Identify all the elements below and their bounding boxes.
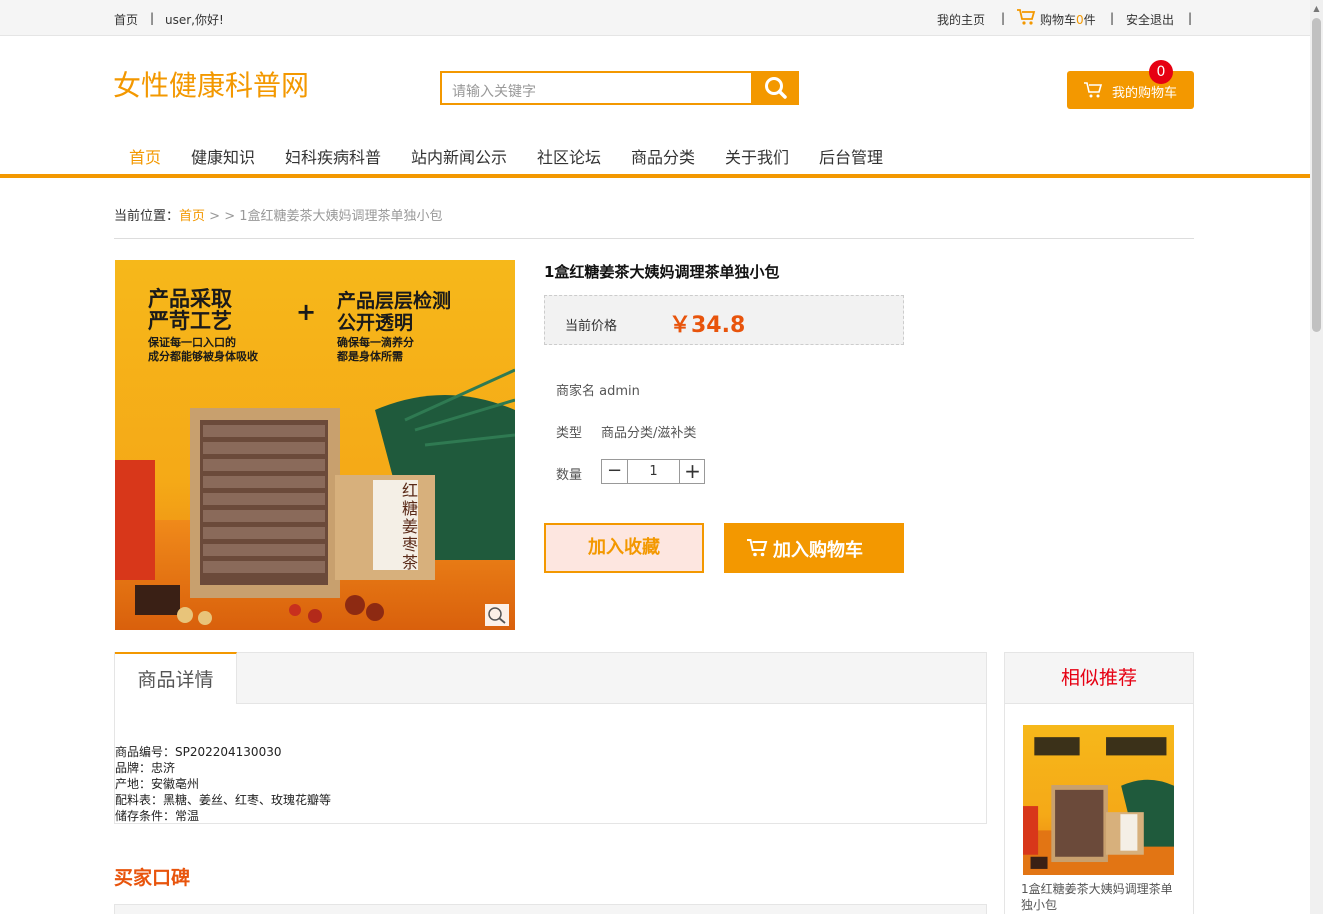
recommend-panel: 相似推荐 1盒红糖姜茶大姨妈调理茶单独小包	[1004, 652, 1194, 914]
reviews-panel	[114, 904, 987, 914]
nav-item-about[interactable]: 关于我们	[725, 144, 789, 168]
details-text: 商品编号：SP202204130030 品牌：忠济 产地：安徽亳州 配料表：黑糖…	[115, 744, 331, 824]
zoom-icon[interactable]	[485, 604, 509, 626]
quantity-increase-button[interactable]: +	[679, 460, 705, 483]
reviews-title: 买家口碑	[114, 867, 191, 889]
add-to-favorites-button[interactable]: 加入收藏	[544, 523, 704, 573]
top-bar: 首页 | user,你好! 我的主页 | 购物车0件 | 安全退出 |	[0, 0, 1310, 36]
top-separator: |	[1001, 11, 1006, 25]
breadcrumb-current: 1盒红糖姜茶大姨妈调理茶单独小包	[239, 209, 443, 224]
quantity-label: 数量	[556, 468, 583, 483]
cart-icon	[1084, 82, 1103, 98]
user-greeting: user,你好!	[165, 13, 224, 27]
top-cart-count: 0	[1076, 13, 1084, 27]
image-headline-right: 产品层层检测 公开透明	[337, 290, 452, 334]
merchant-name: 商家名 admin	[556, 384, 640, 399]
details-panel: 商品详情 商品编号：SP202204130030 品牌：忠济 产地：安徽亳州 配…	[114, 652, 987, 824]
product-image[interactable]: 产品采取 严苛工艺 + 产品层层检测 公开透明 保证每一口入口的 成分都能够被身体吸收…	[115, 260, 515, 630]
top-home-link[interactable]: 首页	[114, 11, 138, 28]
image-headline-left: 产品采取 严苛工艺	[148, 287, 232, 333]
quantity-input[interactable]: 1	[628, 460, 679, 483]
nav-item-news[interactable]: 站内新闻公示	[411, 144, 507, 168]
product-title: 1盒红糖姜茶大姨妈调理茶单独小包	[544, 263, 780, 281]
recommend-item-image[interactable]	[1023, 725, 1174, 875]
scrollbar-thumb[interactable]	[1312, 18, 1321, 332]
search-button[interactable]	[753, 71, 799, 105]
type-value: 商品分类/滋补类	[601, 426, 697, 441]
price-value: ￥34.8	[669, 313, 746, 338]
detail-line: 储存条件：常温	[115, 809, 200, 823]
image-sub-left: 保证每一口入口的 成分都能够被身体吸收	[148, 336, 258, 363]
top-separator: |	[1188, 11, 1193, 25]
main-nav: 首页 健康知识 妇科疾病科普 站内新闻公示 社区论坛 商品分类 关于我们 后台管…	[0, 133, 1310, 178]
nav-item-home[interactable]: 首页	[129, 144, 161, 168]
cart-icon	[747, 539, 768, 557]
top-cart-link[interactable]: 购物车0件	[1040, 11, 1096, 28]
breadcrumb-label: 当前位置：	[114, 209, 180, 224]
cart-count-badge: 0	[1149, 60, 1173, 84]
breadcrumb-separator: > >	[205, 209, 240, 224]
nav-item-gynecology[interactable]: 妇科疾病科普	[285, 144, 381, 168]
nav-item-categories[interactable]: 商品分类	[631, 144, 695, 168]
image-sub-right: 确保每一滴养分 都是身体所需	[337, 336, 414, 363]
divider	[114, 238, 1194, 239]
breadcrumb-home-link[interactable]: 首页	[179, 209, 205, 224]
detail-line: 配料表：黑糖、姜丝、红枣、玫瑰花瓣等	[115, 793, 332, 807]
search-input[interactable]: 请输入关键字	[440, 71, 753, 105]
top-separator: |	[1110, 11, 1115, 25]
detail-line: 商品编号：SP202204130030	[115, 745, 282, 759]
recommend-photo-illustration	[1023, 737, 1174, 875]
recommend-item-name[interactable]: 1盒红糖姜茶大姨妈调理茶单独小包	[1021, 881, 1181, 913]
breadcrumb: 当前位置：首页 > > 1盒红糖姜茶大姨妈调理茶单独小包	[114, 205, 443, 224]
search-icon	[765, 77, 787, 99]
price-box: 当前价格 ￥34.8	[544, 295, 904, 345]
my-home-link[interactable]: 我的主页	[937, 11, 985, 28]
scroll-up-arrow-icon[interactable]: ▲	[1312, 4, 1321, 13]
cart-icon[interactable]	[1016, 8, 1036, 29]
my-cart-button[interactable]: 我的购物车	[1067, 71, 1194, 109]
tab-product-details[interactable]: 商品详情	[115, 652, 237, 704]
recommend-title: 相似推荐	[1005, 653, 1193, 704]
add-to-cart-label: 加入购物车	[773, 540, 863, 561]
top-separator: |	[150, 11, 155, 25]
my-cart-label: 我的购物车	[1112, 86, 1178, 101]
add-to-cart-button[interactable]: 加入购物车	[724, 523, 904, 573]
site-logo[interactable]: 女性健康科普网	[113, 64, 309, 104]
image-plus: +	[296, 298, 317, 326]
price-label: 当前价格	[565, 319, 618, 334]
detail-line: 产地：安徽亳州	[115, 777, 200, 791]
quantity-stepper: − 1 +	[601, 459, 705, 484]
details-tab-bar	[115, 653, 986, 704]
detail-line: 品牌：忠济	[115, 761, 176, 775]
nav-item-forum[interactable]: 社区论坛	[537, 144, 601, 168]
logout-link[interactable]: 安全退出	[1126, 11, 1174, 28]
nav-item-admin[interactable]: 后台管理	[819, 144, 883, 168]
quantity-decrease-button[interactable]: −	[602, 460, 628, 483]
nav-item-health-knowledge[interactable]: 健康知识	[191, 144, 255, 168]
image-box-label: 红糖姜枣茶	[402, 481, 419, 572]
type-label: 类型	[556, 426, 583, 441]
